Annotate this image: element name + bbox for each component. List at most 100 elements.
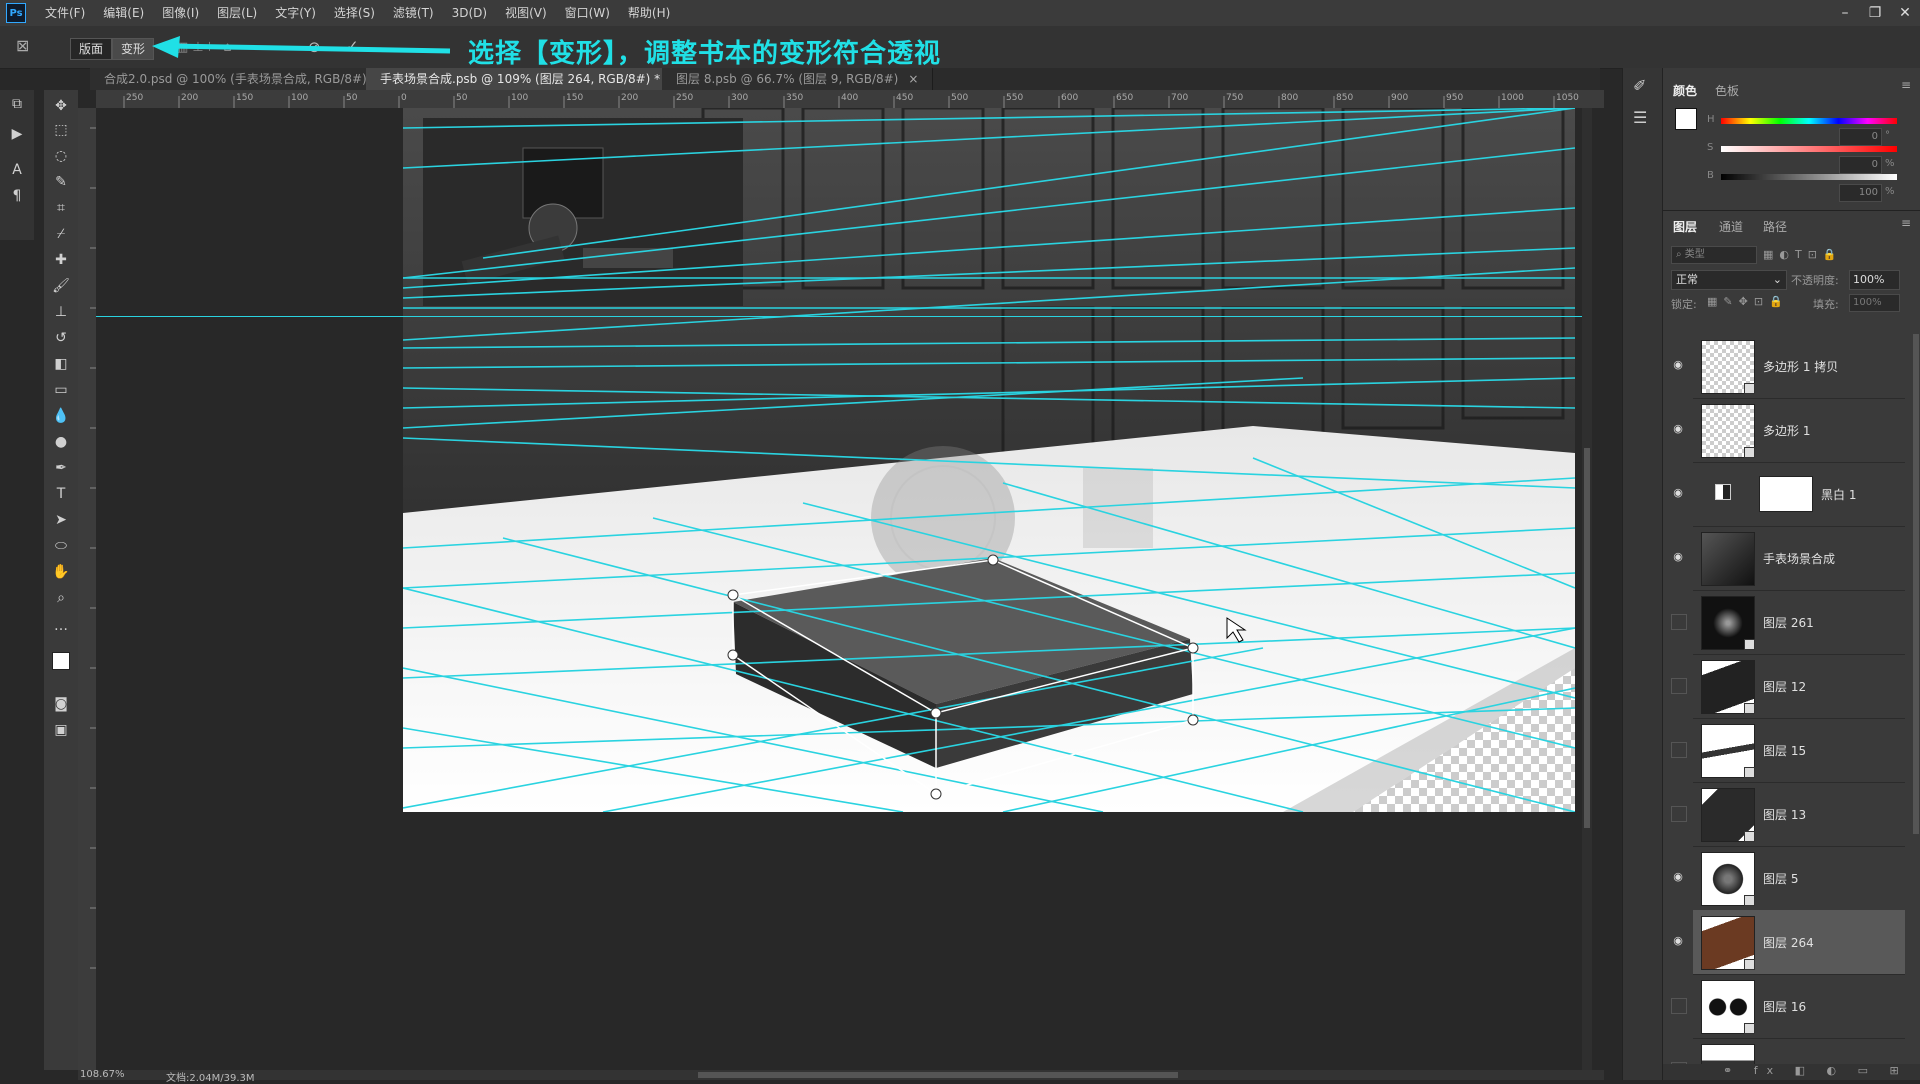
quick-mask-icon[interactable]: ◙	[51, 694, 71, 714]
healing-brush-icon[interactable]: ✚	[51, 250, 71, 270]
hand-tool-icon[interactable]: ✋	[51, 562, 71, 582]
layer-actions-icons[interactable]: ⚭ fx ◧ ◐ ▭ ⊞ 🗑	[1663, 1064, 1920, 1080]
layer-row[interactable]: 图层 15	[1671, 718, 1905, 783]
layer-thumbnail[interactable]	[1701, 852, 1755, 906]
restore-icon[interactable]: ❐	[1860, 0, 1890, 26]
visibility-eye-icon[interactable]	[1671, 614, 1687, 630]
character-icon[interactable]: A	[7, 160, 27, 180]
layer-thumbnail[interactable]	[1701, 660, 1755, 714]
layer-mask-thumbnail[interactable]	[1759, 476, 1813, 512]
horizontal-guide[interactable]	[96, 316, 1582, 317]
transform-icon[interactable]: ⊠	[16, 36, 38, 58]
paragraph-icon[interactable]: ¶	[7, 186, 27, 206]
visibility-eye-icon[interactable]	[1671, 806, 1687, 822]
quick-select-tool-icon[interactable]: ✎	[51, 172, 71, 192]
layer-thumbnail[interactable]	[1701, 916, 1755, 970]
visibility-eye-icon[interactable]: ◉	[1671, 550, 1685, 564]
opacity-input[interactable]: 100%	[1849, 270, 1900, 290]
layer-row[interactable]: ◉ 多边形 1 拷贝	[1673, 334, 1905, 399]
zoom-level[interactable]: 108.67%	[80, 1069, 125, 1080]
saturation-slider[interactable]	[1721, 146, 1897, 152]
dodge-tool-icon[interactable]: ●	[51, 432, 71, 452]
path-select-icon[interactable]: ➤	[51, 510, 71, 530]
layer-row[interactable]: ◉ 图层 264	[1673, 910, 1905, 975]
layer-row[interactable]: 图层 261	[1671, 590, 1905, 655]
layer-thumbnail[interactable]	[1701, 404, 1755, 458]
stamp-tool-icon[interactable]: ⊥	[51, 302, 71, 322]
type-tool-icon[interactable]: T	[51, 484, 71, 504]
panel-menu-icon[interactable]: ≡	[1901, 78, 1911, 92]
layer-thumbnail[interactable]	[1701, 596, 1755, 650]
more-tools-icon[interactable]: …	[51, 616, 71, 636]
menu-item[interactable]: 帮助(H)	[619, 0, 679, 26]
visibility-eye-icon[interactable]: ◉	[1671, 870, 1685, 884]
layer-row[interactable]: 图层 13	[1671, 782, 1905, 847]
tab-color[interactable]: 颜色	[1673, 82, 1697, 99]
visibility-eye-icon[interactable]: ◉	[1671, 422, 1685, 436]
b-value[interactable]: 100	[1839, 184, 1882, 202]
blend-mode-select[interactable]: 正常 ⌄	[1671, 270, 1787, 290]
menu-item[interactable]: 文件(F)	[36, 0, 94, 26]
visibility-eye-icon[interactable]: ◉	[1671, 358, 1685, 372]
warp-options-icons[interactable]: ▥ ⊥ ⊢ ⌂	[176, 40, 232, 55]
menu-item[interactable]: 3D(D)	[443, 0, 496, 26]
document-canvas[interactable]	[403, 108, 1575, 812]
canvas-area[interactable]	[96, 108, 1604, 1070]
layer-row[interactable]: 图层 10	[1671, 1038, 1905, 1064]
brush-tool-icon[interactable]: 🖌	[51, 276, 71, 296]
eraser-tool-icon[interactable]: ◧	[51, 354, 71, 374]
layer-thumbnail[interactable]	[1701, 532, 1755, 586]
brush-settings-icon[interactable]: ✐	[1633, 76, 1646, 95]
vertical-scrollbar[interactable]	[1582, 108, 1592, 1070]
menu-item[interactable]: 图像(I)	[153, 0, 208, 26]
visibility-eye-icon[interactable]: ◉	[1671, 486, 1685, 500]
history-brush-icon[interactable]: ↺	[51, 328, 71, 348]
menu-item[interactable]: 窗口(W)	[556, 0, 619, 26]
actions-play-icon[interactable]: ▶	[7, 124, 27, 144]
layer-row[interactable]: 图层 16	[1671, 974, 1905, 1039]
lock-icons[interactable]: ▦✎✥⊡🔒	[1707, 295, 1789, 308]
h-value[interactable]: 0	[1839, 128, 1882, 146]
move-tool-icon[interactable]: ✥	[51, 96, 71, 116]
layer-filter-input[interactable]: ⌕ 类型	[1671, 246, 1757, 264]
tab-document-1[interactable]: 合成2.0.psd @ 100% (手表场景合成, RGB/8#) *×	[90, 68, 412, 90]
minimize-icon[interactable]: –	[1830, 0, 1860, 26]
zoom-tool-icon[interactable]: ⌕	[51, 588, 71, 608]
layer-thumbnail[interactable]	[1701, 340, 1755, 394]
layer-row[interactable]: ◉ 黑白 1	[1673, 462, 1905, 527]
tab-layers[interactable]: 图层	[1673, 218, 1697, 235]
tab-close-icon[interactable]: ×	[908, 72, 918, 86]
mode-warp-button[interactable]: 变形	[112, 38, 155, 60]
cancel-transform-icon[interactable]: ⊘	[308, 38, 321, 56]
menu-item[interactable]: 文字(Y)	[266, 0, 325, 26]
horizontal-scrollbar[interactable]	[698, 1072, 1178, 1078]
tab-document-3[interactable]: 图层 8.psb @ 66.7% (图层 9, RGB/8#) ×	[662, 68, 934, 90]
layer-row[interactable]: ◉ 手表场景合成	[1673, 526, 1905, 591]
menu-item[interactable]: 编辑(E)	[94, 0, 153, 26]
layer-thumbnail[interactable]	[1701, 1044, 1755, 1064]
menu-item[interactable]: 滤镜(T)	[384, 0, 443, 26]
layers-scrollbar[interactable]	[1913, 334, 1919, 834]
commit-transform-icon[interactable]: ✓	[346, 37, 359, 55]
menu-item[interactable]: 视图(V)	[496, 0, 556, 26]
layer-thumbnail[interactable]	[1701, 724, 1755, 778]
menu-item[interactable]: 选择(S)	[325, 0, 384, 26]
marquee-tool-icon[interactable]: ⬚	[51, 120, 71, 140]
layers-menu-icon[interactable]: ≡	[1901, 216, 1911, 230]
visibility-eye-icon[interactable]	[1671, 998, 1687, 1014]
color-fg-swatch[interactable]	[1675, 108, 1697, 130]
brightness-slider[interactable]	[1721, 174, 1897, 180]
layer-row[interactable]: ◉ 图层 5	[1673, 846, 1905, 911]
layer-filter-icons[interactable]: ▦◐T⊡🔒	[1763, 248, 1843, 261]
tab-channels[interactable]: 通道	[1719, 218, 1743, 235]
properties-icon[interactable]: ☰	[1633, 108, 1647, 127]
layer-row[interactable]: ◉ 多边形 1	[1673, 398, 1905, 463]
close-icon[interactable]: ✕	[1890, 0, 1920, 26]
scrollbar-thumb[interactable]	[1584, 448, 1590, 828]
blur-tool-icon[interactable]: 💧	[51, 406, 71, 426]
screen-mode-icon[interactable]: ▣	[51, 720, 71, 740]
mode-layout-button[interactable]: 版面	[70, 38, 113, 60]
scene-image[interactable]	[403, 108, 1575, 812]
shape-tool-icon[interactable]: ⬭	[51, 536, 71, 556]
layer-row[interactable]: 图层 12	[1671, 654, 1905, 719]
